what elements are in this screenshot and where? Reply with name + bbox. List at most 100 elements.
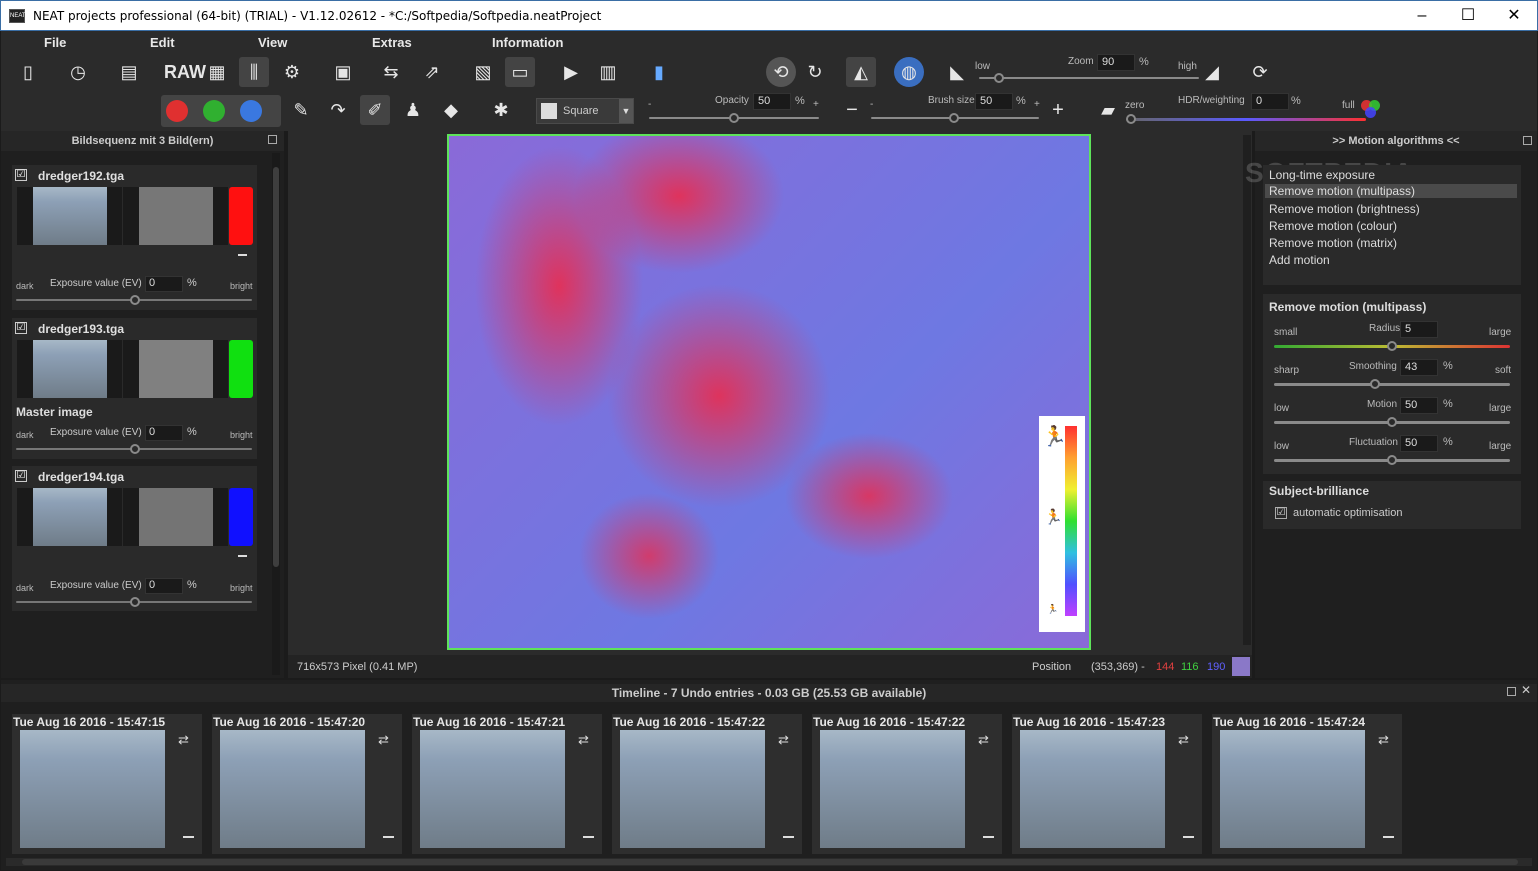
zoom-in-icon[interactable]: ◢ [1197,57,1227,87]
remove-entry-button[interactable] [983,836,994,838]
brush-size-plus[interactable]: + [1034,99,1040,110]
remove-entry-button[interactable] [783,836,794,838]
motion-brush-icon[interactable]: ✱ [486,95,516,125]
menu-edit[interactable]: Edit [150,35,175,50]
histogram-icon[interactable]: ▮ [644,57,674,87]
red-channel-button[interactable] [166,100,188,122]
zoom-slider-knob[interactable] [994,73,1004,83]
image-stack-icon[interactable]: ▦ [202,57,232,87]
remove-entry-button[interactable] [1183,836,1194,838]
stamp-icon[interactable]: ♟ [398,95,428,125]
image-thumbnail[interactable] [17,340,122,398]
motion-thumbnail[interactable] [123,187,228,245]
algo-remove-motion-matrix[interactable]: Remove motion (matrix) [1269,236,1397,250]
channel-color-swatch[interactable] [229,187,253,245]
algo-long-time-exposure[interactable]: Long-time exposure [1269,168,1375,182]
auto-optimisation-checkbox[interactable]: ☑ [1275,507,1287,519]
document-icon[interactable]: ▧ [468,57,498,87]
curve-brush-icon[interactable]: ↷ [323,95,353,125]
entry-thumbnail[interactable] [620,730,765,848]
opacity-value[interactable]: 50 [753,93,791,110]
brush-size-minus[interactable]: - [870,99,873,110]
timeline-entry[interactable]: Tue Aug 16 2016 - 15:47:22 ⇄ [812,714,1002,854]
raw-button[interactable]: RAW [164,57,206,87]
timeline-entry[interactable]: Tue Aug 16 2016 - 15:47:23 ⇄ [1012,714,1202,854]
timeline-entry[interactable]: Tue Aug 16 2016 - 15:47:15 ⇄ [12,714,202,854]
open-images-icon[interactable]: ▤ [114,57,144,87]
history-icon[interactable]: ◷ [63,57,93,87]
globe-icon[interactable]: ◍ [894,57,924,87]
ev-slider-knob[interactable] [130,295,140,305]
hdr-value[interactable]: 0 [1251,93,1289,110]
algo-remove-motion-colour[interactable]: Remove motion (colour) [1269,219,1397,233]
timeline-entry[interactable]: Tue Aug 16 2016 - 15:47:21 ⇄ [412,714,602,854]
item-checkbox[interactable]: ☑ [15,470,27,482]
brush-plus-icon[interactable]: + [1043,95,1073,125]
smoothing-slider-track[interactable] [1274,383,1510,386]
restore-icon[interactable]: ⇄ [1378,732,1400,748]
algo-add-motion[interactable]: Add motion [1269,253,1330,267]
green-channel-button[interactable] [203,100,225,122]
sequence-scrollbar[interactable] [272,153,280,675]
motion-value[interactable]: 50 [1400,397,1438,414]
ev-value[interactable]: 0 [145,276,183,292]
menu-file[interactable]: File [44,35,66,50]
image-thumbnail[interactable] [17,488,122,546]
entry-thumbnail[interactable] [1220,730,1365,848]
zoom-out-icon[interactable]: ◣ [942,57,972,87]
smudge-icon[interactable]: ✐ [360,95,390,125]
radius-slider-knob[interactable] [1387,341,1397,351]
info-icon[interactable]: ▥ [593,57,623,87]
restore-icon[interactable]: ⇄ [578,732,600,748]
menu-extras[interactable]: Extras [372,35,412,50]
motion-thumbnail[interactable] [123,488,228,546]
entry-thumbnail[interactable] [420,730,565,848]
save-icon[interactable]: ▣ [328,57,358,87]
restore-icon[interactable]: ⇄ [778,732,800,748]
float-panel-icon[interactable] [1523,136,1532,145]
opacity-slider-knob[interactable] [729,113,739,123]
entry-thumbnail[interactable] [820,730,965,848]
remove-entry-button[interactable] [583,836,594,838]
algo-remove-motion-multipass[interactable]: Remove motion (multipass) [1265,184,1517,198]
remove-entry-button[interactable] [383,836,394,838]
close-button[interactable]: ✕ [1491,1,1537,31]
blue-channel-button[interactable] [240,100,262,122]
brush-size-slider-knob[interactable] [949,113,959,123]
opacity-plus[interactable]: + [813,99,819,110]
timeline-scrollbar[interactable] [6,858,1532,866]
smoothing-slider-knob[interactable] [1370,379,1381,389]
timeline-entry[interactable]: Tue Aug 16 2016 - 15:47:20 ⇄ [212,714,402,854]
entry-thumbnail[interactable] [1020,730,1165,848]
channel-color-swatch[interactable] [229,488,253,546]
brush-icon[interactable]: ✎ [286,95,316,125]
hdr-slider-track[interactable] [1126,118,1366,121]
ev-slider-knob[interactable] [130,444,140,454]
brush-shape-select[interactable]: Square ▼ [536,98,634,124]
restore-icon[interactable]: ⇄ [1178,732,1200,748]
remove-entry-button[interactable] [1383,836,1394,838]
algorithms-title[interactable]: >> Motion algorithms << [1255,131,1537,151]
radius-value[interactable]: 5 [1400,321,1438,338]
align-menu-icon[interactable]: ⇆ [376,57,406,87]
motion-thumbnail[interactable] [123,340,228,398]
minimize-button[interactable]: – [1399,1,1445,31]
restore-icon[interactable]: ⇄ [978,732,1000,748]
crop-rotate-icon[interactable]: ⟳ [1245,57,1275,87]
timeline-entry[interactable]: Tue Aug 16 2016 - 15:47:22 ⇄ [612,714,802,854]
item-checkbox[interactable]: ☑ [15,322,27,334]
float-panel-icon[interactable] [268,135,277,144]
undo-time-icon[interactable]: ⟲ [766,57,796,87]
clapper-icon[interactable]: ▰ [1093,95,1123,125]
item-checkbox[interactable]: ☑ [15,169,27,181]
motion-map-image[interactable]: 🏃 🏃 🏃 [447,134,1091,650]
fluctuation-value[interactable]: 50 [1400,435,1438,452]
ev-slider-knob[interactable] [130,597,140,607]
filmstrip-icon[interactable]: ▭ [505,57,535,87]
brush-minus-icon[interactable]: − [837,95,867,125]
settings-image-icon[interactable]: ⚙ [277,57,307,87]
algo-remove-motion-brightness[interactable]: Remove motion (brightness) [1269,202,1420,216]
channel-color-swatch[interactable] [229,340,253,398]
zoom-value[interactable]: 90 [1097,54,1135,71]
remove-entry-button[interactable] [183,836,194,838]
